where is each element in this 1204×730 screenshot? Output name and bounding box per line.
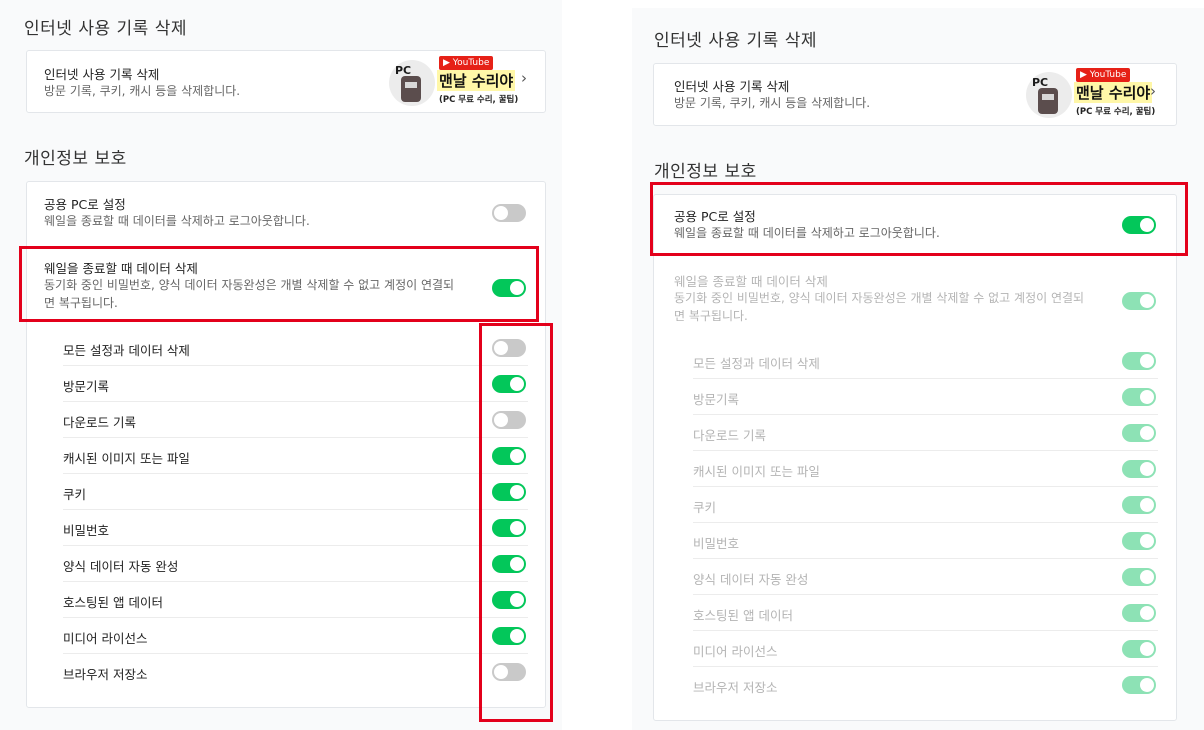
list-item: 쿠키	[63, 474, 528, 510]
item-toggle	[1122, 388, 1156, 406]
channel-name: 맨날 수리야	[437, 70, 516, 91]
delete-on-exit-title: 웨일을 종료할 때 데이터 삭제	[674, 274, 828, 289]
item-toggle	[1122, 496, 1156, 514]
robot-logo-icon: PC	[389, 60, 435, 106]
list-item: 비밀번호	[693, 523, 1158, 559]
clear-history-desc: 방문 기록, 쿠키, 캐시 등을 삭제합니다.	[674, 96, 871, 110]
clear-history-title: 인터넷 사용 기록 삭제	[44, 67, 160, 82]
delete-on-exit-desc-line1: 동기화 중인 비밀번호, 양식 데이터 자동완성은 개별 삭제할 수 없고 계정…	[674, 291, 1085, 305]
left-settings-panel: 인터넷 사용 기록 삭제 인터넷 사용 기록 삭제 방문 기록, 쿠키, 캐시 …	[0, 0, 562, 730]
list-item: 브라우저 저장소	[63, 654, 528, 690]
list-item: 미디어 라이선스	[63, 618, 528, 654]
list-item: 모든 설정과 데이터 삭제	[693, 343, 1158, 379]
clear-history-card[interactable]: 인터넷 사용 기록 삭제 방문 기록, 쿠키, 캐시 등을 삭제합니다. PC …	[653, 63, 1177, 126]
list-item: 다운로드 기록	[693, 415, 1158, 451]
list-item: 호스팅된 앱 데이터	[63, 582, 528, 618]
public-pc-toggle[interactable]	[492, 204, 526, 222]
privacy-card: 공용 PC로 설정 웨일을 종료할 때 데이터를 삭제하고 로그아웃합니다. 웨…	[653, 194, 1177, 721]
robot-logo-icon: PC	[1026, 72, 1072, 118]
list-item: 쿠키	[693, 487, 1158, 523]
item-toggle	[1122, 424, 1156, 442]
item-toggle	[1122, 460, 1156, 478]
chevron-right-icon[interactable]: ›	[521, 69, 527, 87]
public-pc-title: 공용 PC로 설정	[44, 197, 126, 212]
public-pc-desc: 웨일을 종료할 때 데이터를 삭제하고 로그아웃합니다.	[44, 214, 310, 228]
history-section-title: 인터넷 사용 기록 삭제	[24, 19, 187, 39]
delete-items-list: 모든 설정과 데이터 삭제 방문기록 다운로드 기록 캐시된 이미지 또는 파일…	[693, 343, 1158, 703]
clear-history-desc: 방문 기록, 쿠키, 캐시 등을 삭제합니다.	[44, 84, 241, 98]
privacy-section-title: 개인정보 보호	[24, 149, 127, 169]
delete-items-list: 모든 설정과 데이터 삭제 방문기록 다운로드 기록 캐시된 이미지 또는 파일…	[63, 330, 528, 690]
channel-watermark-logo: PC ▶ YouTube 맨날 수리야 (PC 무료 수리, 꿀팁)	[389, 56, 523, 108]
list-item: 다운로드 기록	[63, 402, 528, 438]
youtube-badge: ▶ YouTube	[1076, 68, 1131, 82]
privacy-section-title: 개인정보 보호	[654, 162, 757, 182]
highlight-box-public-pc	[650, 182, 1188, 256]
list-item: 비밀번호	[63, 510, 528, 546]
channel-watermark-logo: PC ▶ YouTube 맨날 수리야 (PC 무료 수리, 꿀팁)	[1026, 68, 1160, 120]
item-toggle	[1122, 532, 1156, 550]
list-item: 양식 데이터 자동 완성	[63, 546, 528, 582]
list-item: 캐시된 이미지 또는 파일	[63, 438, 528, 474]
history-section-title: 인터넷 사용 기록 삭제	[654, 31, 817, 51]
list-item: 미디어 라이선스	[693, 631, 1158, 667]
list-item: 캐시된 이미지 또는 파일	[693, 451, 1158, 487]
clear-history-card[interactable]: 인터넷 사용 기록 삭제 방문 기록, 쿠키, 캐시 등을 삭제합니다. PC …	[26, 50, 546, 113]
clear-history-title: 인터넷 사용 기록 삭제	[674, 79, 790, 94]
item-toggle	[1122, 568, 1156, 586]
list-item: 방문기록	[693, 379, 1158, 415]
item-toggle	[1122, 676, 1156, 694]
youtube-badge: ▶ YouTube	[439, 56, 494, 70]
chevron-right-icon[interactable]: ›	[1150, 82, 1156, 100]
list-item: 브라우저 저장소	[693, 667, 1158, 703]
delete-on-exit-toggle	[1122, 292, 1156, 310]
item-toggle	[1122, 604, 1156, 622]
list-item: 모든 설정과 데이터 삭제	[63, 330, 528, 366]
channel-subtitle: (PC 무료 수리, 꿀팁)	[439, 95, 519, 105]
highlight-box-toggles	[479, 323, 553, 722]
delete-on-exit-desc-line2: 면 복구됩니다.	[674, 309, 748, 323]
list-item: 양식 데이터 자동 완성	[693, 559, 1158, 595]
right-settings-panel: 인터넷 사용 기록 삭제 인터넷 사용 기록 삭제 방문 기록, 쿠키, 캐시 …	[632, 8, 1204, 730]
item-toggle	[1122, 352, 1156, 370]
channel-subtitle: (PC 무료 수리, 꿀팁)	[1076, 107, 1156, 117]
item-toggle	[1122, 640, 1156, 658]
list-item: 방문기록	[63, 366, 528, 402]
list-item: 호스팅된 앱 데이터	[693, 595, 1158, 631]
highlight-box-delete-on-exit	[19, 246, 539, 322]
channel-name: 맨날 수리야	[1074, 82, 1153, 103]
